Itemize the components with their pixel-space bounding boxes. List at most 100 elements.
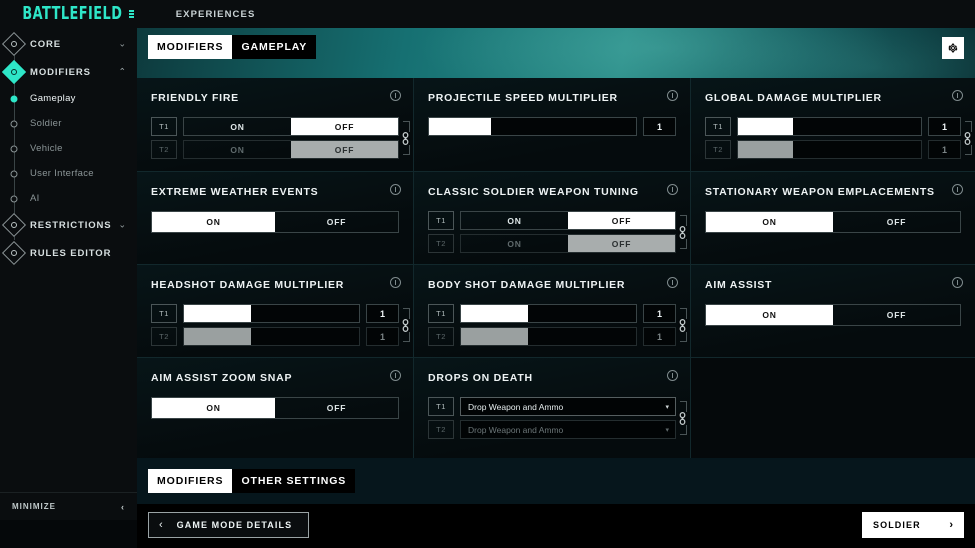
tier-chip-t1[interactable]: T1 [151,304,177,323]
slider-handle[interactable] [738,141,793,158]
sidebar-item-ai[interactable]: AI [0,186,137,211]
card-title: HEADSHOT DAMAGE MULTIPLIER [151,279,345,291]
chevron-down-icon[interactable]: ⌄ [118,220,126,230]
dropdown-select[interactable]: Drop Weapon and Ammo ▾ [460,397,676,416]
slider-value-input[interactable]: 1 [643,304,676,323]
slider-track[interactable] [460,327,637,346]
link-tiers-control[interactable] [959,121,975,155]
link-tiers-control[interactable] [674,215,690,249]
slider-track[interactable] [183,304,360,323]
info-icon[interactable] [390,184,401,195]
sidebar-item-label: Gameplay [30,93,76,104]
toggle-option-off[interactable]: OFF [291,141,398,158]
slider-handle[interactable] [738,118,793,135]
nav-experiences[interactable]: EXPERIENCES [176,9,256,20]
toggle-option-on[interactable]: ON [152,212,275,232]
toggle-group: ON OFF [183,117,399,136]
toggle-option-off[interactable]: OFF [275,212,398,232]
tier-chip-t1[interactable]: T1 [428,397,454,416]
toggle-option-off[interactable]: OFF [833,305,960,325]
tier-chip-t1[interactable]: T1 [705,117,731,136]
control-row: T2 1 [705,140,961,159]
info-icon[interactable] [667,184,678,195]
control-row: ON OFF [151,397,399,419]
slider-value-input[interactable]: 1 [928,117,961,136]
tier-chip-t1[interactable]: T1 [151,117,177,136]
dropdown-select[interactable]: Drop Weapon and Ammo ▾ [460,420,676,439]
minimize-button[interactable]: MINIMIZE ‹ [0,492,137,520]
info-icon[interactable] [952,277,963,288]
info-icon[interactable] [952,184,963,195]
tier-chip-t2[interactable]: T2 [428,234,454,253]
chevron-down-icon[interactable]: ⌄ [118,39,126,49]
slider-value-input[interactable]: 1 [366,327,399,346]
info-icon[interactable] [667,370,678,381]
toggle-option-off[interactable]: OFF [568,235,675,252]
sidebar-item-core[interactable]: CORE ⌄ [0,30,137,58]
link-tiers-control[interactable] [397,308,413,342]
sidebar-item-restrictions[interactable]: RESTRICTIONS ⌄ [0,211,137,239]
tab-gameplay[interactable]: GAMEPLAY [232,35,317,59]
bottomtab-other-settings[interactable]: OTHER SETTINGS [232,469,356,493]
toggle-option-on[interactable]: ON [706,212,833,232]
toggle-group: ON OFF [151,397,399,419]
settings-gear-button[interactable] [942,37,964,59]
slider-handle[interactable] [461,305,528,322]
toggle-option-off[interactable]: OFF [833,212,960,232]
sidebar-item-soldier[interactable]: Soldier [0,111,137,136]
sidebar-item-gameplay[interactable]: Gameplay [0,86,137,111]
toggle-option-on[interactable]: ON [706,305,833,325]
info-icon[interactable] [667,277,678,288]
toggle-option-off[interactable]: OFF [291,118,398,135]
bottomtab-modifiers[interactable]: MODIFIERS [148,469,233,493]
slider-track[interactable] [737,117,922,136]
slider-track[interactable] [183,327,360,346]
link-tiers-control[interactable] [397,121,413,155]
slider-handle[interactable] [429,118,492,135]
toggle-option-on[interactable]: ON [184,118,291,135]
toggle-option-on[interactable]: ON [461,235,568,252]
soldier-next-button[interactable]: SOLDIER › [862,512,964,538]
game-mode-details-button[interactable]: ‹ GAME MODE DETAILS [148,512,310,538]
slider-handle[interactable] [184,328,251,345]
slider-track[interactable] [428,117,637,136]
info-icon[interactable] [390,90,401,101]
slider-track[interactable] [460,304,637,323]
slider-value-input[interactable]: 1 [928,140,961,159]
tier-chip-t2[interactable]: T2 [428,420,454,439]
slider-value-input[interactable]: 1 [643,327,676,346]
slider-track[interactable] [737,140,922,159]
slider-value-input[interactable]: 1 [643,117,676,136]
info-icon[interactable] [952,90,963,101]
dot-icon [10,120,18,127]
toggle-option-off[interactable]: OFF [568,212,675,229]
toggle-option-on[interactable]: ON [461,212,568,229]
tier-chip-t1[interactable]: T1 [428,304,454,323]
sidebar-item-rules-editor[interactable]: RULES EDITOR [0,239,137,267]
sidebar-item-vehicle[interactable]: Vehicle [0,136,137,161]
info-icon[interactable] [667,90,678,101]
info-glyph [957,280,958,285]
sidebar-item-label: Vehicle [30,143,63,154]
slider-handle[interactable] [184,305,251,322]
link-tiers-control[interactable] [674,308,690,342]
sidebar-item-user-interface[interactable]: User Interface [0,161,137,186]
tier-chip-t2[interactable]: T2 [428,327,454,346]
chevron-up-icon[interactable]: ⌃ [118,67,126,77]
tab-modifiers[interactable]: MODIFIERS [148,35,233,59]
dot-icon [10,195,18,202]
info-icon[interactable] [390,370,401,381]
tier-chip-t2[interactable]: T2 [151,140,177,159]
toggle-option-on[interactable]: ON [152,398,275,418]
sidebar-item-modifiers[interactable]: MODIFIERS ⌃ [0,58,137,86]
tier-chip-t2[interactable]: T2 [151,327,177,346]
link-tiers-control[interactable] [674,401,690,435]
tier-chip-t2[interactable]: T2 [705,140,731,159]
toggle-option-on[interactable]: ON [184,141,291,158]
slider-value-input[interactable]: 1 [366,304,399,323]
battlefield-logo[interactable]: BATTLEFIELD [18,4,134,24]
info-icon[interactable] [390,277,401,288]
toggle-option-off[interactable]: OFF [275,398,398,418]
slider-handle[interactable] [461,328,528,345]
tier-chip-t1[interactable]: T1 [428,211,454,230]
